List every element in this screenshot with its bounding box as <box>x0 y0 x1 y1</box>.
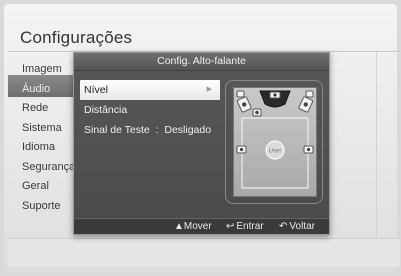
footer-enter: ↩ Entrar <box>226 219 264 234</box>
speaker-small-icon <box>305 90 314 98</box>
menu-item-label: Sinal de Teste : Desligado <box>84 124 212 136</box>
grid-line <box>376 52 377 238</box>
speaker-front-right-icon <box>298 96 314 113</box>
footer-back-label: Voltar <box>289 221 315 232</box>
up-down-icon: ▲︎ <box>174 221 184 232</box>
dialog-footer: ▲︎Mover ↩ Entrar ↶ Voltar <box>74 218 329 234</box>
speaker-room: User <box>233 87 317 197</box>
footer-move: ▲︎Mover <box>174 219 212 234</box>
speaker-small-icon <box>236 90 245 98</box>
return-icon: ↶ <box>279 221 288 232</box>
bottom-bar <box>8 238 400 267</box>
menu-item-label: Distância <box>84 104 128 116</box>
footer-enter-label: Entrar <box>236 221 264 232</box>
speaker-settings-dialog: Config. Alto-falante Nível ▶ Distância S… <box>73 52 330 235</box>
footer-move-label: Mover <box>183 221 212 232</box>
dialog-title: Config. Alto-falante <box>74 53 329 71</box>
menu-item-distancia[interactable]: Distância <box>80 100 220 120</box>
arrow-right-icon: ▶ <box>206 86 212 93</box>
speaker-layout-graphic: User <box>236 90 314 189</box>
footer-back: ↶ Voltar <box>279 219 315 234</box>
menu-item-label: Nível <box>84 84 108 96</box>
page-title: Configurações <box>20 28 133 47</box>
menu-item-sinal-de-teste[interactable]: Sinal de Teste : Desligado <box>80 120 220 140</box>
user-label: User <box>269 149 282 155</box>
dialog-menu: Nível ▶ Distância Sinal de Teste : Desli… <box>80 80 220 140</box>
menu-item-nivel[interactable]: Nível ▶ <box>80 80 220 100</box>
speaker-layout-panel: User <box>225 80 323 204</box>
enter-icon: ↩ <box>226 221 235 232</box>
speaker-front-left-icon <box>236 96 252 113</box>
